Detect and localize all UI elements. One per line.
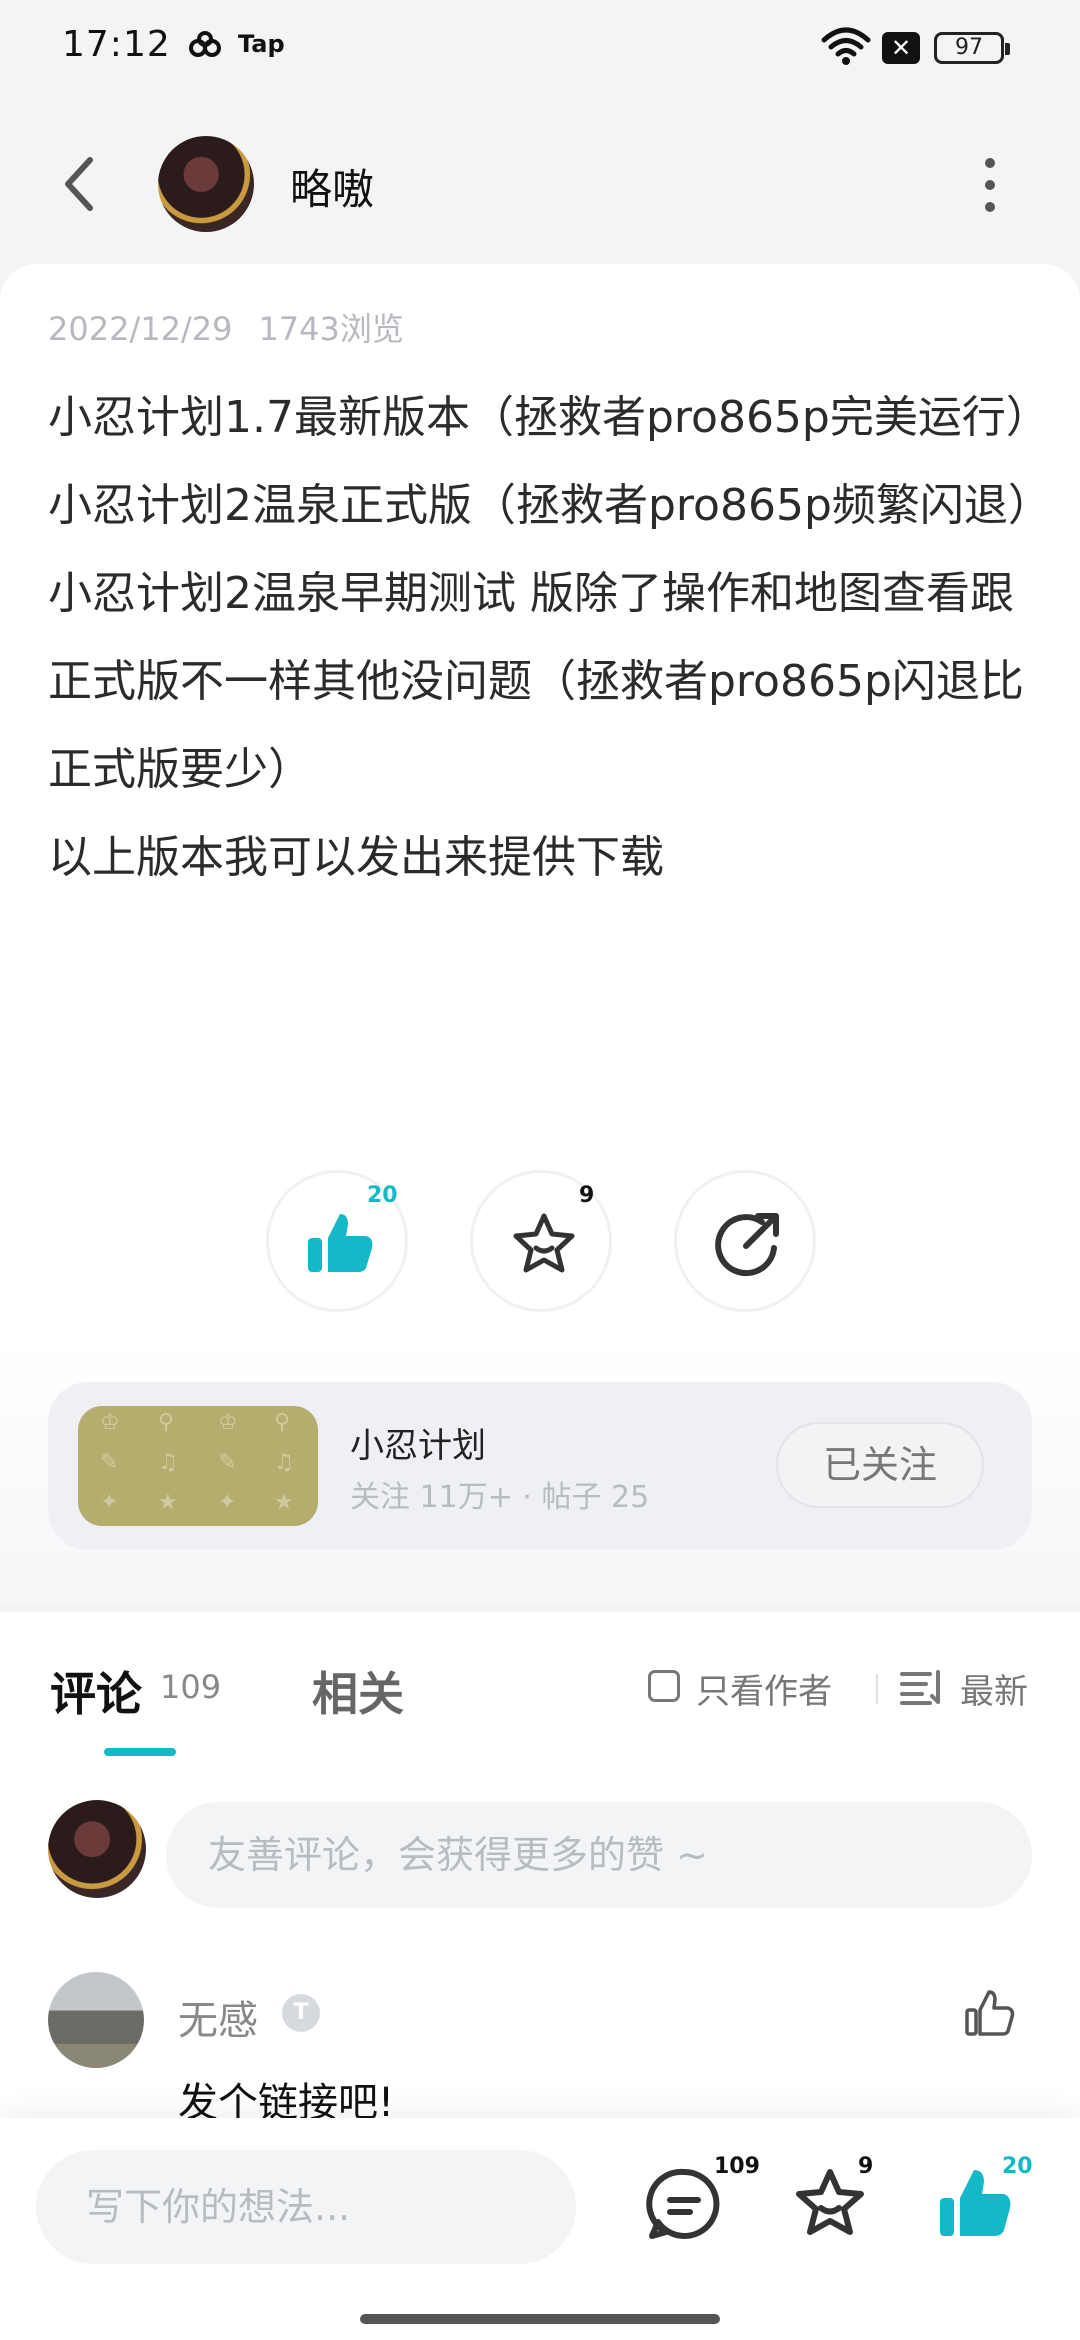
- author-only-checkbox[interactable]: [648, 1670, 680, 1702]
- like-count: 20: [367, 1183, 398, 1208]
- comment-input[interactable]: 友善评论，会获得更多的赞 ~: [166, 1802, 1032, 1908]
- status-bar: 17:12 Tap ✕ 97: [0, 0, 1080, 96]
- post-paragraph: 小忍计划2温泉正式版（拯救者pro865p频繁闪退）: [48, 480, 1052, 531]
- comment-count: 109: [714, 2154, 760, 2179]
- post-meta: 2022/12/29 1743浏览: [48, 304, 404, 350]
- post-views: 1743浏览: [258, 310, 404, 348]
- post-paragraph: 小忍计划2温泉早期测试 版除了操作和地图查看跟正式版不一样其他没问题（拯救者pr…: [48, 568, 1024, 795]
- favorite-button[interactable]: 9: [470, 1170, 612, 1312]
- tab-related[interactable]: 相关: [312, 1658, 404, 1724]
- author-only-label[interactable]: 只看作者: [696, 1664, 832, 1713]
- follow-button[interactable]: 已关注: [776, 1422, 984, 1508]
- status-app-label: Tap: [238, 30, 285, 58]
- bottom-bar: 写下你的想法... 109 9 20: [0, 2118, 1080, 2340]
- tab-comments[interactable]: 评论: [50, 1658, 142, 1724]
- post-header: 略嗷: [0, 96, 1080, 266]
- thumbs-up-icon: [308, 1214, 373, 1272]
- like-button[interactable]: 20: [266, 1170, 408, 1312]
- star-icon: [513, 1213, 575, 1273]
- post-content: 小忍计划1.7最新版本（拯救者pro865p完美运行） 小忍计划2温泉正式版（拯…: [48, 374, 1052, 902]
- like-count: 20: [1002, 2154, 1033, 2179]
- battery-indicator: 97: [934, 32, 1010, 64]
- commenter-name[interactable]: 无感: [178, 1988, 258, 2046]
- comment-icon[interactable]: [644, 2164, 724, 2244]
- notification-icon: ✕: [882, 32, 920, 64]
- favorite-count: 9: [858, 2154, 874, 2179]
- game-stats: 关注 11万+ · 帖子 25: [350, 1480, 650, 1515]
- post-paragraph: 小忍计划1.7最新版本（拯救者pro865p完美运行）: [48, 392, 1050, 443]
- post-card: 2022/12/29 1743浏览 小忍计划1.7最新版本（拯救者pro865p完…: [0, 264, 1080, 1604]
- sort-label[interactable]: 最新: [960, 1664, 1028, 1713]
- post-paragraph: 以上版本我可以发出来提供下载: [48, 832, 664, 883]
- my-avatar: [48, 1800, 146, 1898]
- wifi-icon: [821, 27, 871, 65]
- author-name[interactable]: 略嗷: [290, 156, 374, 217]
- active-tab-indicator: [104, 1748, 176, 1756]
- share-icon: [715, 1213, 779, 1277]
- game-thumbnail[interactable]: ♔ ⚲ ♔ ⚲ ✎ ♫ ✎ ♫ ✦ ★ ✦ ★: [78, 1406, 318, 1526]
- home-indicator[interactable]: [360, 2314, 720, 2324]
- more-options-icon[interactable]: [980, 158, 1000, 214]
- game-card[interactable]: ♔ ⚲ ♔ ⚲ ✎ ♫ ✎ ♫ ✦ ★ ✦ ★ 小忍计划 关注 11万+ · 帖子 25 已关注: [48, 1382, 1032, 1550]
- back-icon[interactable]: [56, 154, 104, 214]
- share-button[interactable]: [674, 1170, 816, 1312]
- taptap-logo-icon: [189, 31, 221, 57]
- commenter-avatar[interactable]: [48, 1972, 144, 2068]
- post-date: 2022/12/29: [48, 310, 233, 348]
- game-title[interactable]: 小忍计划: [350, 1418, 486, 1467]
- user-level-badge: T: [282, 1994, 320, 2032]
- divider: [876, 1674, 878, 1704]
- sort-icon[interactable]: [900, 1670, 944, 1706]
- tab-comments-count: 109: [160, 1668, 222, 1706]
- thought-input[interactable]: 写下你的想法...: [36, 2150, 576, 2264]
- status-time: 17:12: [62, 24, 171, 65]
- favorite-count: 9: [579, 1183, 595, 1208]
- author-avatar[interactable]: [158, 136, 254, 232]
- thumbs-up-icon[interactable]: [964, 1988, 1016, 2040]
